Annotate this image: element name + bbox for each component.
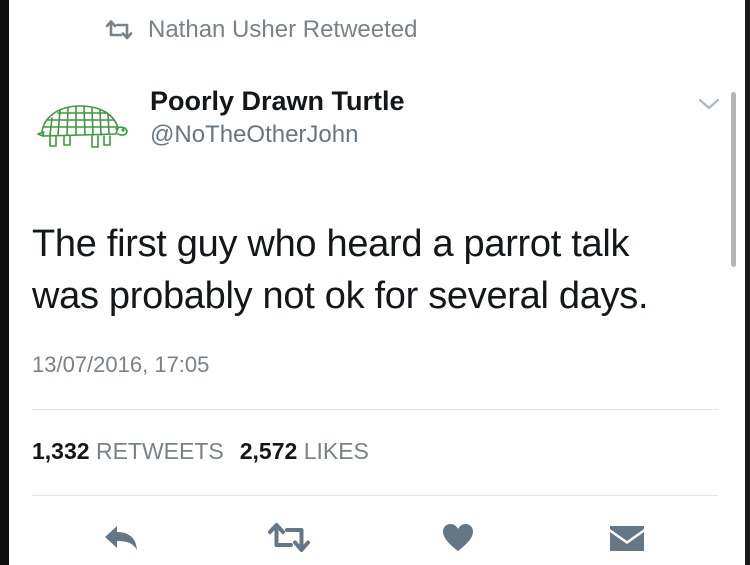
direct-message-icon [608,523,646,558]
author-handle[interactable]: @NoTheOtherJohn [150,121,358,149]
action-bar [0,518,750,562]
retweet-icon [267,522,311,558]
likes-stat[interactable]: 2,572 LIKES [240,438,369,464]
scroll-indicator[interactable] [731,92,736,267]
reply-icon [102,523,140,558]
divider [32,495,718,496]
likes-label: LIKES [303,438,369,464]
author-display-name[interactable]: Poorly Drawn Turtle [150,86,405,117]
screen-edge-left [0,0,9,565]
tweet-text-line: was probably not ok for several days. [32,275,649,317]
like-button[interactable] [433,518,483,562]
screen-edge-right [745,0,750,565]
tweet-detail-screen: Nathan Usher Retweeted Poorly Drawn Turt… [0,0,750,565]
turtle-avatar-image [37,105,128,148]
retweets-label: RETWEETS [95,438,224,464]
chevron-down-icon[interactable] [697,94,721,114]
retweeted-by-text: Nathan Usher Retweeted [148,16,418,43]
retweet-button[interactable] [264,518,314,562]
divider [32,409,718,410]
retweets-stat[interactable]: 1,332 RETWEETS [32,438,224,464]
likes-count: 2,572 [239,438,298,464]
retweet-context[interactable]: Nathan Usher Retweeted [104,14,417,46]
tweet-text: The first guy who heard a parrot talk wa… [32,218,722,322]
tweet-timestamp: 13/07/2016, 17:05 [32,352,210,377]
avatar[interactable] [36,98,132,160]
tweet-text-line: The first guy who heard a parrot talk [32,223,630,265]
retweets-count: 1,332 [32,438,90,464]
engagement-stats: 1,332 RETWEETS 2,572 LIKES [32,438,369,465]
like-icon [442,523,474,558]
reply-button[interactable] [96,518,146,562]
retweet-context-icon [104,20,134,40]
direct-message-button[interactable] [602,518,652,562]
